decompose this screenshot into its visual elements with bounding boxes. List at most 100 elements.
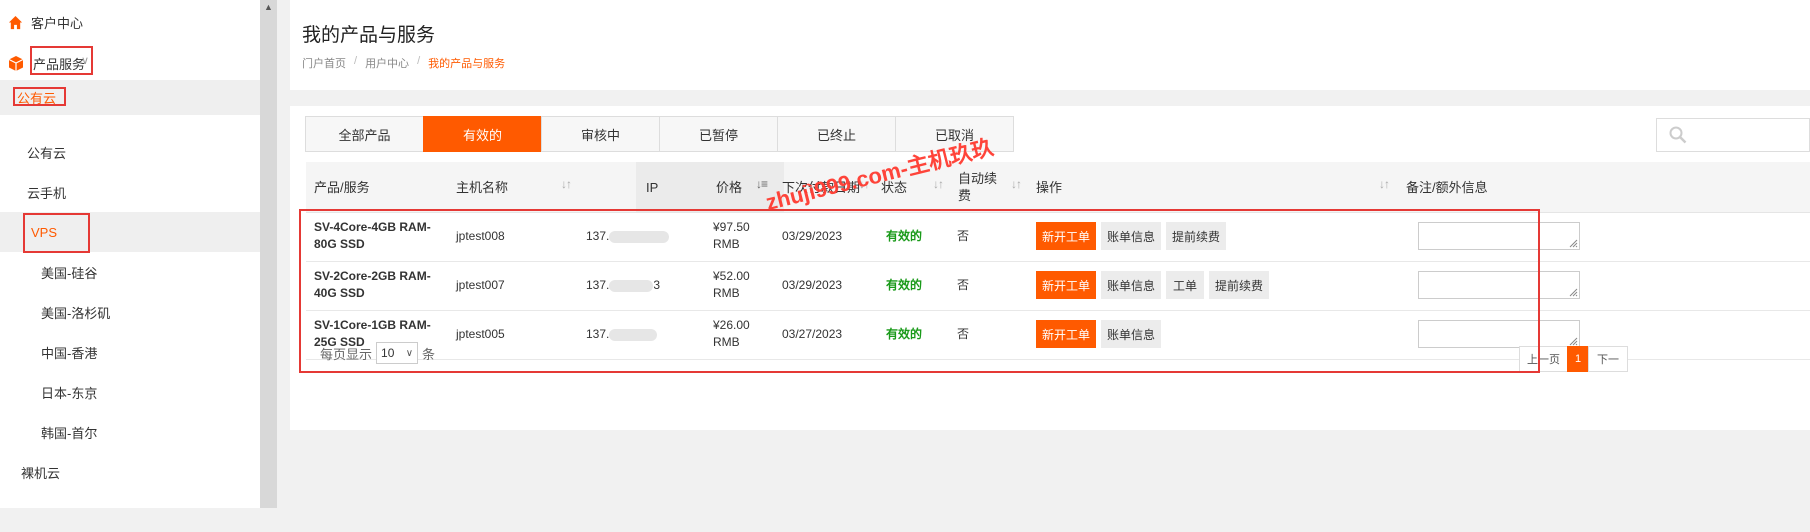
early-renew-button[interactable]: 提前续费 xyxy=(1209,271,1269,299)
new-ticket-button[interactable]: 新开工单 xyxy=(1036,222,1096,250)
home-icon xyxy=(8,15,23,30)
table-row: SV-4Core-4GB RAM-80G SSD jptest008 137. … xyxy=(306,213,1810,262)
column-header-actions: 操作 xyxy=(1036,179,1063,195)
sidebar-item-kr-seoul[interactable]: 韩国-首尔 xyxy=(0,412,260,452)
tab-label: 审核中 xyxy=(580,127,620,143)
next-due-date: 03/29/2023 xyxy=(782,229,843,243)
page-title: 我的产品与服务 xyxy=(302,25,436,46)
sidebar-item-bare-metal[interactable]: 裸机云 xyxy=(0,452,260,492)
ip-redacted xyxy=(609,328,658,341)
sidebar-item-jp-tokyo[interactable]: 日本-东京 xyxy=(0,372,260,412)
ip-address: 137. xyxy=(586,326,658,343)
page-number-current[interactable]: 1 xyxy=(1567,346,1589,372)
breadcrumb-separator: / xyxy=(354,55,358,67)
sidebar-item-cloud-phone[interactable]: 云手机 xyxy=(0,172,260,212)
resize-grip-icon[interactable] xyxy=(1568,287,1578,297)
search-icon xyxy=(1669,126,1687,144)
sidebar-item-us-los-angeles[interactable]: 美国-洛杉矶 xyxy=(0,292,260,332)
hostname: jptest007 xyxy=(456,278,505,292)
price: ¥97.50 RMB xyxy=(713,220,750,251)
page-size-select[interactable]: 10 ∨ xyxy=(376,342,419,364)
ip-address: 137. 3 xyxy=(586,277,660,294)
search-input[interactable] xyxy=(1656,118,1810,152)
status-badge: 有效的 xyxy=(886,327,923,341)
resize-grip-icon[interactable] xyxy=(1568,238,1578,248)
main-panel: 全部产品 有效的 审核中 已暂停 已终止 已取消 产品/服务 主机名称 ↓↑ I… xyxy=(290,106,1810,430)
ip-prefix: 137. xyxy=(586,229,610,243)
status-badge: 有效的 xyxy=(886,278,923,292)
per-page-unit: 条 xyxy=(422,346,436,362)
price: ¥26.00 RMB xyxy=(713,318,750,349)
highlight-box xyxy=(13,87,66,106)
breadcrumb-home[interactable]: 门户首页 xyxy=(302,55,346,71)
tab-label: 已暂停 xyxy=(698,127,738,143)
ip-suffix: 3 xyxy=(653,278,661,292)
tab-terminated[interactable]: 已终止 xyxy=(777,116,896,152)
sidebar-item-label: 美国-洛杉矶 xyxy=(41,305,111,321)
scroll-up-arrow-icon[interactable]: ▲ xyxy=(263,2,274,12)
next-page-button[interactable]: 下一 xyxy=(1588,346,1628,372)
tab-label: 有效的 xyxy=(462,127,502,143)
hostname: jptest008 xyxy=(456,229,505,243)
tab-all-products[interactable]: 全部产品 xyxy=(305,116,424,152)
billing-info-button[interactable]: 账单信息 xyxy=(1101,271,1161,299)
next-due-date: 03/29/2023 xyxy=(782,278,843,292)
tab-label: 全部产品 xyxy=(338,127,391,143)
sidebar-customer-center-label: 客户中心 xyxy=(31,15,84,31)
ip-prefix: 137. xyxy=(586,327,610,341)
sidebar-item-label: 韩国-首尔 xyxy=(41,425,98,441)
column-header-auto-renew[interactable]: 自动续费 xyxy=(958,162,1002,212)
auto-renew-value: 否 xyxy=(957,278,970,292)
notes-textarea[interactable] xyxy=(1418,222,1580,250)
sort-icon[interactable]: ↓↑ xyxy=(933,177,944,191)
sort-icon[interactable]: ↓↑ xyxy=(1379,177,1390,191)
column-header-price[interactable]: 价格 xyxy=(716,162,742,212)
highlight-box xyxy=(23,213,90,253)
status-tabs: 全部产品 有效的 审核中 已暂停 已终止 已取消 xyxy=(305,116,1014,152)
notes-textarea[interactable] xyxy=(1418,271,1580,299)
tab-pending[interactable]: 审核中 xyxy=(541,116,660,152)
new-ticket-button[interactable]: 新开工单 xyxy=(1036,271,1096,299)
ip-redacted xyxy=(609,230,670,243)
sidebar-scrollbar[interactable] xyxy=(260,0,277,508)
product-name[interactable]: SV-4Core-4GB RAM-80G SSD xyxy=(314,219,449,253)
page-size-value: 10 xyxy=(381,346,395,360)
column-header-product[interactable]: 产品/服务 xyxy=(314,162,370,212)
column-header-ip[interactable]: IP xyxy=(646,162,658,212)
price: ¥52.00 RMB xyxy=(713,269,750,300)
billing-info-button[interactable]: 账单信息 xyxy=(1101,222,1161,250)
sidebar-item-cn-hongkong[interactable]: 中国-香港 xyxy=(0,332,260,372)
auto-renew-value: 否 xyxy=(957,229,970,243)
new-ticket-button[interactable]: 新开工单 xyxy=(1036,320,1096,348)
table-header: 产品/服务 主机名称 ↓↑ IP ↓≡ 价格 下次付款日期 ↓↑ 状态 ↓↑ 自… xyxy=(306,162,1810,213)
sidebar-item-public-cloud[interactable]: 公有云 xyxy=(0,132,260,172)
tab-suspended[interactable]: 已暂停 xyxy=(659,116,778,152)
tab-label: 已终止 xyxy=(816,127,856,143)
resize-grip-icon[interactable] xyxy=(1568,336,1578,346)
sidebar-item-label: 裸机云 xyxy=(21,465,61,481)
sort-icon[interactable]: ↓↑ xyxy=(561,177,572,191)
page-size-control: 每页显示 10 ∨ 条 xyxy=(320,342,435,364)
breadcrumb-user-center[interactable]: 用户中心 xyxy=(365,55,409,71)
notes-textarea[interactable] xyxy=(1418,320,1580,348)
column-header-hostname[interactable]: 主机名称 xyxy=(456,162,508,212)
sidebar-item-label: 中国-香港 xyxy=(41,345,98,361)
chevron-down-icon: ∨ xyxy=(405,347,414,359)
sidebar-item-us-silicon-valley[interactable]: 美国-硅谷 xyxy=(0,252,260,292)
per-page-label: 每页显示 xyxy=(320,346,373,362)
prev-page-button[interactable]: 上一页 xyxy=(1519,346,1568,372)
early-renew-button[interactable]: 提前续费 xyxy=(1166,222,1226,250)
breadcrumb-current: 我的产品与服务 xyxy=(428,58,506,70)
billing-info-button[interactable]: 账单信息 xyxy=(1101,320,1161,348)
ip-redacted xyxy=(609,279,654,292)
breadcrumb: 门户首页 / 用户中心 / 我的产品与服务 xyxy=(302,55,505,71)
status-badge: 有效的 xyxy=(886,229,923,243)
tab-active[interactable]: 有效的 xyxy=(423,116,542,152)
next-due-date: 03/27/2023 xyxy=(782,327,843,341)
sidebar-item-customer-center[interactable]: 客户中心 xyxy=(0,2,260,42)
sidebar-item-label: 日本-东京 xyxy=(41,385,98,401)
product-name[interactable]: SV-2Core-2GB RAM-40G SSD xyxy=(314,268,449,302)
pagination: 上一页 1 下一 xyxy=(1519,346,1628,372)
sort-icon[interactable]: ↓↑ xyxy=(1011,177,1022,191)
ticket-button[interactable]: 工单 xyxy=(1166,271,1204,299)
